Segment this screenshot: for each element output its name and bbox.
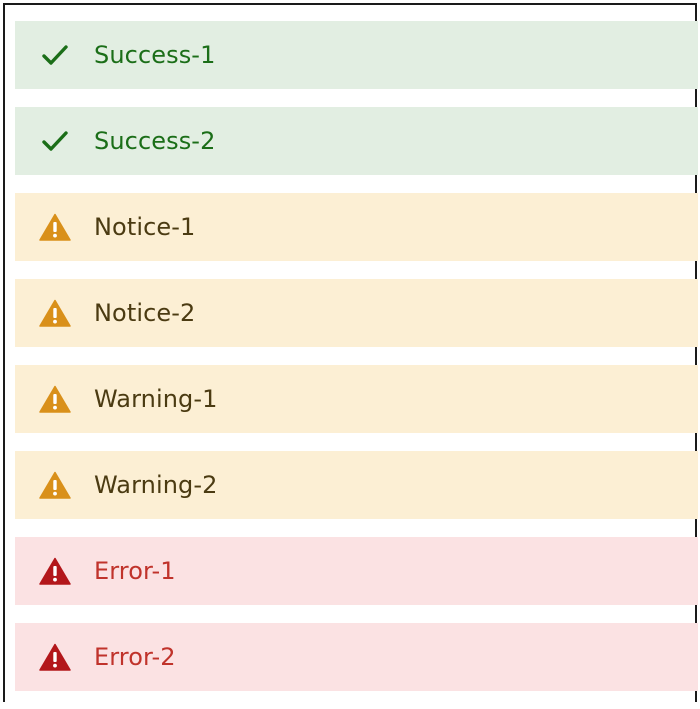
message-text: Notice-2 (94, 299, 196, 327)
warning-triangle-icon (38, 382, 72, 416)
message-text: Warning-1 (94, 385, 218, 413)
checkmark-icon (38, 124, 72, 158)
message-error-2: Error-2 (15, 623, 698, 691)
message-list-frame: Success-1 Success-2 Notice-1 Notice-2 Wa… (3, 3, 698, 702)
message-success-2: Success-2 (15, 107, 698, 175)
message-text: Success-2 (94, 127, 216, 155)
error-triangle-icon (38, 640, 72, 674)
message-text: Warning-2 (94, 471, 218, 499)
warning-triangle-icon (38, 296, 72, 330)
message-text: Error-2 (94, 643, 176, 671)
message-error-1: Error-1 (15, 537, 698, 605)
message-text: Notice-1 (94, 213, 196, 241)
message-text: Error-1 (94, 557, 176, 585)
message-notice-1: Notice-1 (15, 193, 698, 261)
message-text: Success-1 (94, 41, 216, 69)
checkmark-icon (38, 38, 72, 72)
message-notice-2: Notice-2 (15, 279, 698, 347)
message-warning-1: Warning-1 (15, 365, 698, 433)
warning-triangle-icon (38, 468, 72, 502)
error-triangle-icon (38, 554, 72, 588)
message-list: Success-1 Success-2 Notice-1 Notice-2 Wa… (15, 21, 698, 709)
warning-triangle-icon (38, 210, 72, 244)
message-warning-2: Warning-2 (15, 451, 698, 519)
message-success-1: Success-1 (15, 21, 698, 89)
